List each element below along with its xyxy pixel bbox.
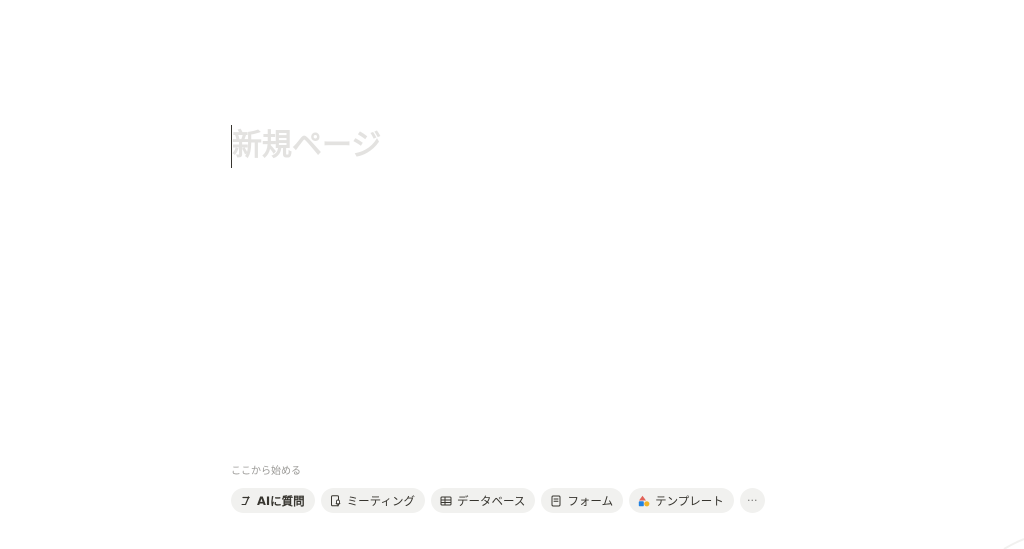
meeting-mic-icon (330, 494, 342, 507)
title-field[interactable]: 新規ページ (231, 124, 381, 168)
more-dots-icon: ··· (747, 494, 758, 507)
ask-ai-button[interactable]: AIに質問 (231, 488, 315, 513)
corner-decoration-icon (1003, 538, 1024, 549)
quick-start-label: ここから始める (231, 466, 301, 477)
notion-page: 新規ページ ここから始める AIに質問 ミーティング データベース フォーム テ… (0, 0, 1024, 549)
page-title-placeholder[interactable]: 新規ページ (232, 124, 381, 168)
quick-start-chips: AIに質問 ミーティング データベース フォーム テンプレート ··· (231, 488, 765, 513)
template-label: テンプレート (655, 493, 724, 508)
meeting-button[interactable]: ミーティング (320, 488, 425, 513)
database-label: データベース (457, 493, 526, 508)
form-label: フォーム (567, 493, 614, 508)
form-doc-icon (550, 495, 562, 507)
table-icon (440, 495, 452, 507)
database-button[interactable]: データベース (431, 488, 536, 513)
template-button[interactable]: テンプレート (629, 488, 734, 513)
ask-ai-label: AIに質問 (257, 493, 305, 508)
ai-sparkle-icon (240, 495, 252, 507)
more-options-button[interactable]: ··· (739, 488, 765, 513)
form-button[interactable]: フォーム (541, 488, 624, 513)
template-shapes-icon (638, 495, 650, 507)
meeting-label: ミーティング (346, 493, 415, 508)
